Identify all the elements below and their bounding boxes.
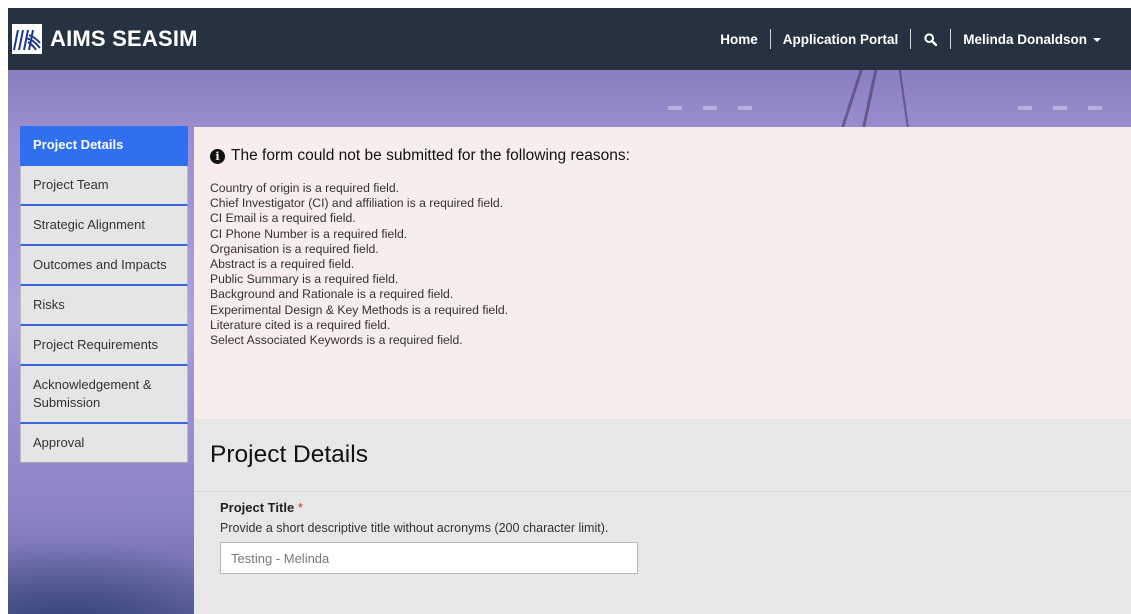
alert-heading-text: The form could not be submitted for the … bbox=[231, 147, 630, 164]
project-title-field: Project Title * Provide a short descript… bbox=[220, 500, 640, 574]
top-navbar: AIMS SEASIM Home Application Portal Meli… bbox=[8, 8, 1131, 70]
sidebar-item-risks[interactable]: Risks bbox=[20, 286, 188, 326]
page-title: Project Details bbox=[210, 441, 368, 468]
error-item: Experimental Design & Key Methods is a r… bbox=[210, 302, 509, 317]
nav-application-portal-link[interactable]: Application Portal bbox=[771, 32, 911, 47]
error-item: CI Email is a required field. bbox=[210, 211, 356, 226]
sidebar-item-acknowledgement-submission[interactable]: Acknowledgement & Submission bbox=[20, 366, 188, 424]
error-item: Abstract is a required field. bbox=[210, 257, 355, 272]
project-title-label-text: Project Title bbox=[220, 500, 295, 515]
user-name: Melinda Donaldson bbox=[963, 31, 1087, 47]
form-panel: Project Details Project Title * Provide … bbox=[194, 419, 1131, 614]
error-item: Chief Investigator (CI) and affiliation … bbox=[210, 196, 504, 211]
sidebar-item-project-details[interactable]: Project Details bbox=[20, 126, 188, 166]
nav-home-link[interactable]: Home bbox=[708, 32, 770, 47]
project-title-input[interactable] bbox=[220, 542, 638, 574]
title-divider bbox=[194, 491, 1131, 492]
hero-decoration bbox=[861, 70, 878, 130]
hero-decoration bbox=[668, 106, 682, 110]
error-item: Literature cited is a required field. bbox=[210, 317, 391, 332]
brand[interactable]: AIMS SEASIM bbox=[12, 8, 198, 70]
hero-decoration bbox=[738, 106, 752, 110]
search-icon bbox=[924, 32, 938, 46]
error-list: Country of origin is a required field. C… bbox=[210, 181, 1115, 348]
project-title-label: Project Title * bbox=[220, 500, 640, 515]
user-menu-toggle[interactable]: Melinda Donaldson bbox=[951, 32, 1113, 47]
caret-down-icon bbox=[1093, 37, 1101, 42]
required-indicator: * bbox=[297, 500, 303, 515]
hero-decoration bbox=[898, 70, 910, 130]
alert-heading: i The form could not be submitted for th… bbox=[210, 147, 1115, 165]
hero-decoration bbox=[703, 106, 717, 110]
hero-decoration bbox=[840, 70, 863, 130]
hero-decoration bbox=[1018, 106, 1032, 110]
error-item: CI Phone Number is a required field. bbox=[210, 226, 408, 241]
validation-error-alert: i The form could not be submitted for th… bbox=[194, 127, 1131, 419]
info-icon: i bbox=[210, 148, 225, 164]
error-item: Background and Rationale is a required f… bbox=[210, 287, 454, 302]
sidebar-item-approval[interactable]: Approval bbox=[20, 424, 188, 463]
error-item: Public Summary is a required field. bbox=[210, 272, 399, 287]
sidebar-item-outcomes-and-impacts[interactable]: Outcomes and Impacts bbox=[20, 246, 188, 286]
aims-logo-icon bbox=[12, 24, 42, 54]
sidebar-nav: Project Details Project Team Strategic A… bbox=[20, 126, 188, 463]
hero-decoration bbox=[1088, 106, 1102, 110]
sidebar-item-strategic-alignment[interactable]: Strategic Alignment bbox=[20, 206, 188, 246]
page: AIMS SEASIM Home Application Portal Meli… bbox=[8, 8, 1131, 614]
nav-search-button[interactable] bbox=[911, 32, 950, 46]
hero-decoration bbox=[1053, 106, 1067, 110]
error-item: Organisation is a required field. bbox=[210, 241, 379, 256]
brand-name: AIMS SEASIM bbox=[50, 26, 198, 51]
nav-links: Home Application Portal Melinda Donaldso… bbox=[708, 8, 1113, 70]
project-title-description: Provide a short descriptive title withou… bbox=[220, 521, 609, 535]
sidebar-item-project-team[interactable]: Project Team bbox=[20, 166, 188, 206]
sidebar-item-project-requirements[interactable]: Project Requirements bbox=[20, 326, 188, 366]
error-item: Country of origin is a required field. bbox=[210, 181, 400, 195]
error-item: Select Associated Keywords is a required… bbox=[210, 333, 463, 348]
